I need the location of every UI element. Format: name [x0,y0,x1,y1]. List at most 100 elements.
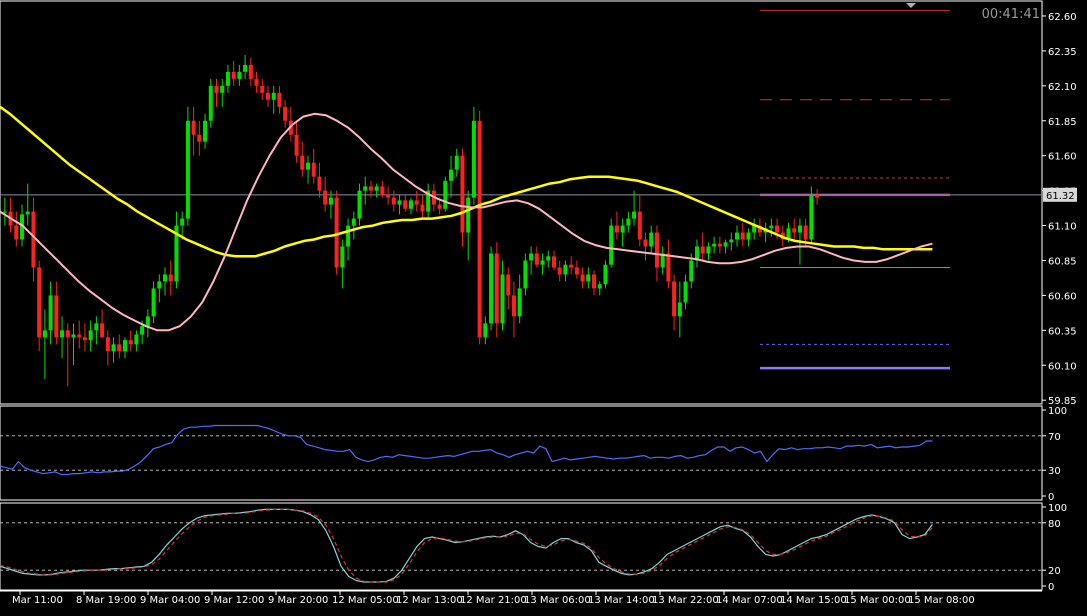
candle-body[interactable] [649,232,654,247]
candle-body[interactable] [334,197,339,268]
candle-body[interactable] [248,64,253,79]
candle-body[interactable] [180,218,185,226]
candle-body[interactable] [609,225,614,265]
candle-body[interactable] [643,239,648,247]
candle-body[interactable] [529,253,534,261]
candle-body[interactable] [563,264,568,275]
candle-body[interactable] [792,228,797,233]
candle-body[interactable] [534,253,539,265]
candle-body[interactable] [729,239,734,243]
candle-body[interactable] [197,134,202,142]
candle-body[interactable] [374,186,379,191]
candle-body[interactable] [632,211,637,219]
candle-body[interactable] [237,71,242,79]
candle-body[interactable] [48,295,53,331]
candle-body[interactable] [420,204,425,212]
candle-body[interactable] [797,225,802,233]
chart-canvas[interactable]: 62.6062.3562.1061.8561.6061.3561.1060.85… [0,0,1087,612]
candle-body[interactable] [300,155,305,170]
candle-body[interactable] [775,225,780,233]
candle-body[interactable] [454,155,459,170]
candle-body[interactable] [271,92,276,100]
candle-body[interactable] [471,120,476,198]
candle-body[interactable] [140,326,145,335]
candle-body[interactable] [317,176,322,191]
candle-body[interactable] [746,232,751,240]
candle-body[interactable] [700,246,705,254]
candle-body[interactable] [723,242,728,247]
candle-body[interactable] [666,253,671,282]
chart-window[interactable]: 62.6062.3562.1061.8561.6061.3561.1060.85… [0,0,1087,612]
candle-body[interactable] [557,267,562,275]
candle-body[interactable] [311,162,316,177]
candle-body[interactable] [803,225,808,240]
candle-body[interactable] [603,264,608,285]
candle-body[interactable] [397,200,402,205]
candle-body[interactable] [689,260,694,282]
candle-body[interactable] [368,186,373,191]
candle-body[interactable] [489,253,494,324]
candle-body[interactable] [214,85,219,93]
candle-body[interactable] [31,211,36,268]
candle-body[interactable] [134,334,139,345]
candle-body[interactable] [443,180,448,209]
candle-body[interactable] [511,295,516,317]
candle-body[interactable] [203,120,208,142]
candle-body[interactable] [283,106,288,121]
candle-body[interactable] [551,256,556,268]
candle-body[interactable] [620,225,625,233]
candle-body[interactable] [54,295,59,338]
candle-body[interactable] [460,155,465,233]
candle-body[interactable] [408,200,413,209]
candle-body[interactable] [363,186,368,191]
candle-body[interactable] [706,246,711,254]
candle-body[interactable] [306,162,311,170]
candle-body[interactable] [42,330,47,338]
candle-body[interactable] [340,246,345,268]
candle-body[interactable] [380,186,385,195]
candle-body[interactable] [357,190,362,219]
candle-body[interactable] [586,274,591,282]
candle-body[interactable] [351,218,356,226]
candle-body[interactable] [294,134,299,156]
candle-body[interactable] [128,340,133,345]
candle-body[interactable] [82,337,87,341]
candle-body[interactable] [597,284,602,289]
candle-body[interactable] [328,197,333,205]
candle-body[interactable] [580,274,585,282]
candle-body[interactable] [740,232,745,240]
candle-body[interactable] [77,334,82,338]
candle-body[interactable] [769,225,774,229]
candle-body[interactable] [100,323,105,338]
candle-body[interactable] [191,120,196,135]
candle-body[interactable] [71,334,76,338]
candle-body[interactable] [168,274,173,282]
candle-body[interactable] [500,274,505,324]
candle-body[interactable] [60,330,65,338]
candle-body[interactable] [523,260,528,289]
candle-body[interactable] [185,120,190,219]
candle-body[interactable] [151,288,156,317]
candle-body[interactable] [449,169,454,181]
candle-body[interactable] [25,211,30,215]
candle-body[interactable] [260,85,265,93]
candle-body[interactable] [391,197,396,205]
candle-body[interactable] [220,85,225,93]
candle-body[interactable] [517,288,522,317]
candle-body[interactable] [437,204,442,209]
candle-body[interactable] [809,194,814,240]
candle-body[interactable] [540,260,545,265]
candle-body[interactable] [592,274,597,289]
candle-body[interactable] [717,243,722,247]
candle-body[interactable] [683,281,688,303]
candle-body[interactable] [65,330,70,338]
candle-body[interactable] [614,225,619,233]
candle-body[interactable] [163,274,168,282]
candle-body[interactable] [815,194,820,198]
candle-body[interactable] [506,274,511,296]
candle-body[interactable] [37,267,42,338]
candle-body[interactable] [466,197,471,233]
candle-body[interactable] [403,200,408,209]
candle-body[interactable] [637,211,642,240]
candle-body[interactable] [546,256,551,261]
